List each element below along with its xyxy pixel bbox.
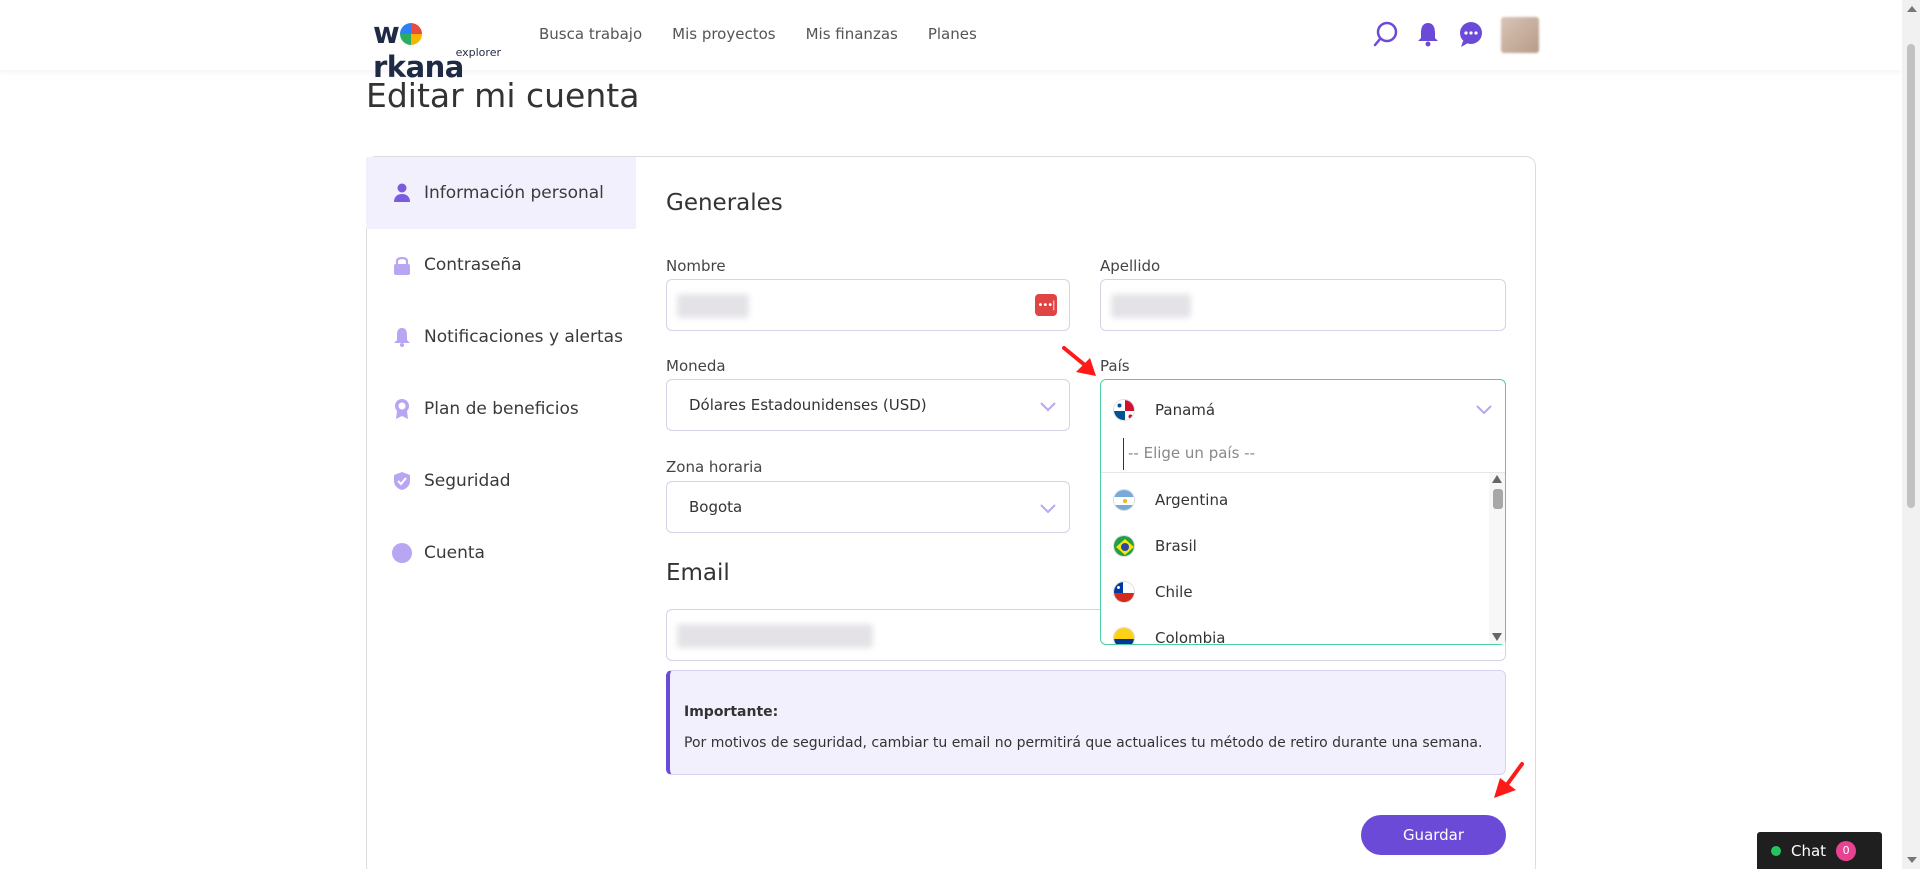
argentina-flag-icon xyxy=(1113,489,1135,511)
pais-search-input[interactable]: -- Elige un país -- xyxy=(1123,438,1483,470)
annotation-arrow-icon xyxy=(1062,346,1096,376)
nombre-value-redacted xyxy=(677,294,749,318)
moneda-label: Moneda xyxy=(666,357,726,375)
country-options-list: Argentina Brasil Chile Colombia xyxy=(1101,472,1505,644)
moneda-selected-value: Dólares Estadounidenses (USD) xyxy=(689,396,927,414)
chat-unread-badge: 0 xyxy=(1836,840,1857,861)
chevron-down-icon xyxy=(1476,405,1492,415)
annotation-arrow-icon xyxy=(1494,762,1524,798)
zona-horaria-select[interactable]: Bogota xyxy=(666,481,1070,533)
scroll-up-arrow[interactable] xyxy=(1907,6,1917,12)
colombia-flag-icon xyxy=(1113,627,1135,644)
zona-horaria-label: Zona horaria xyxy=(666,458,763,476)
generales-heading: Generales xyxy=(666,190,783,216)
chevron-down-icon xyxy=(1040,402,1056,412)
sidebar-item-contrasena[interactable]: Contraseña xyxy=(366,229,636,301)
chile-flag-icon xyxy=(1113,581,1135,603)
chat-widget[interactable]: Chat 0 xyxy=(1757,832,1882,869)
country-option-colombia[interactable]: Colombia xyxy=(1101,615,1489,644)
nombre-input[interactable]: •••| xyxy=(666,279,1070,331)
online-status-dot xyxy=(1771,845,1781,856)
avatar[interactable] xyxy=(1501,17,1539,53)
sidebar-item-seguridad[interactable]: Seguridad xyxy=(366,445,636,517)
email-heading: Email xyxy=(666,560,730,586)
nav-mis-proyectos[interactable]: Mis proyectos xyxy=(672,25,775,43)
nombre-label: Nombre xyxy=(666,257,726,275)
pais-selected[interactable]: Panamá xyxy=(1101,380,1505,440)
country-option-label: Brasil xyxy=(1155,537,1197,555)
page-title: Editar mi cuenta xyxy=(366,76,640,115)
sidebar-item-label: Información personal xyxy=(424,183,604,203)
page-scrollbar[interactable] xyxy=(1902,0,1920,869)
list-scroll-up-arrow[interactable] xyxy=(1492,475,1502,483)
email-value-redacted xyxy=(677,624,873,648)
sidebar-item-label: Seguridad xyxy=(424,471,511,491)
country-option-label: Argentina xyxy=(1155,491,1229,509)
bell-icon[interactable] xyxy=(1414,20,1442,48)
nav-busca-trabajo[interactable]: Busca trabajo xyxy=(539,25,642,43)
chevron-down-icon xyxy=(1040,504,1056,514)
sidebar-item-label: Contraseña xyxy=(424,255,522,275)
top-navigation-bar: wrkana explorer Busca trabajo Mis proyec… xyxy=(0,0,1902,84)
notice-title: Importante: xyxy=(684,704,779,720)
chat-label: Chat xyxy=(1791,841,1827,860)
scroll-down-arrow[interactable] xyxy=(1907,857,1917,863)
nav-mis-finanzas[interactable]: Mis finanzas xyxy=(806,25,898,43)
zona-horaria-selected-value: Bogota xyxy=(689,498,743,516)
workana-logo[interactable]: wrkana explorer xyxy=(373,16,505,84)
search-icon[interactable] xyxy=(1372,20,1400,48)
sidebar-item-informacion-personal[interactable]: Información personal xyxy=(366,157,636,229)
notice-text: Por motivos de seguridad, cambiar tu ema… xyxy=(684,735,1483,751)
sidebar-item-plan-beneficios[interactable]: Plan de beneficios xyxy=(366,373,636,445)
apellido-input[interactable] xyxy=(1100,279,1506,331)
lock-icon xyxy=(392,254,412,276)
list-scroll-down-arrow[interactable] xyxy=(1492,633,1502,641)
sidebar-item-notificaciones[interactable]: Notificaciones y alertas xyxy=(366,301,636,373)
sidebar-item-label: Notificaciones y alertas xyxy=(424,327,623,347)
main-nav: Busca trabajo Mis proyectos Mis finanzas… xyxy=(539,25,977,43)
country-option-label: Chile xyxy=(1155,583,1193,601)
country-option-chile[interactable]: Chile xyxy=(1101,569,1489,615)
important-notice: Importante: Por motivos de seguridad, ca… xyxy=(666,670,1506,775)
pais-label: País xyxy=(1100,357,1130,375)
logo-globe-icon xyxy=(400,23,423,45)
sidebar-item-label: Plan de beneficios xyxy=(424,399,579,419)
list-scroll-thumb[interactable] xyxy=(1493,489,1503,509)
country-option-argentina[interactable]: Argentina xyxy=(1101,477,1489,523)
country-option-label: Colombia xyxy=(1155,629,1226,644)
moneda-select[interactable]: Dólares Estadounidenses (USD) xyxy=(666,379,1070,431)
password-manager-icon[interactable]: •••| xyxy=(1035,294,1057,316)
country-list-scrollbar[interactable] xyxy=(1489,473,1505,644)
pais-selected-value: Panamá xyxy=(1155,401,1216,419)
apellido-label: Apellido xyxy=(1100,257,1161,275)
sidebar-item-cuenta[interactable]: Cuenta xyxy=(366,517,636,589)
pais-select-open[interactable]: Panamá -- Elige un país -- Argentina Bra… xyxy=(1100,379,1506,645)
circle-icon xyxy=(392,542,412,564)
scroll-thumb[interactable] xyxy=(1907,44,1915,508)
bell-icon xyxy=(392,326,412,348)
logo-subtitle: explorer xyxy=(455,46,501,59)
save-button[interactable]: Guardar xyxy=(1361,815,1506,855)
user-icon xyxy=(392,182,412,204)
shield-icon xyxy=(392,470,412,492)
panama-flag-icon xyxy=(1113,399,1135,421)
badge-icon xyxy=(392,398,412,420)
settings-sidebar: Información personal Contraseña Notifica… xyxy=(366,157,636,589)
nav-planes[interactable]: Planes xyxy=(928,25,977,43)
country-option-brasil[interactable]: Brasil xyxy=(1101,523,1489,569)
messages-icon[interactable] xyxy=(1457,20,1485,48)
sidebar-item-label: Cuenta xyxy=(424,543,485,563)
brasil-flag-icon xyxy=(1113,535,1135,557)
apellido-value-redacted xyxy=(1111,294,1191,318)
